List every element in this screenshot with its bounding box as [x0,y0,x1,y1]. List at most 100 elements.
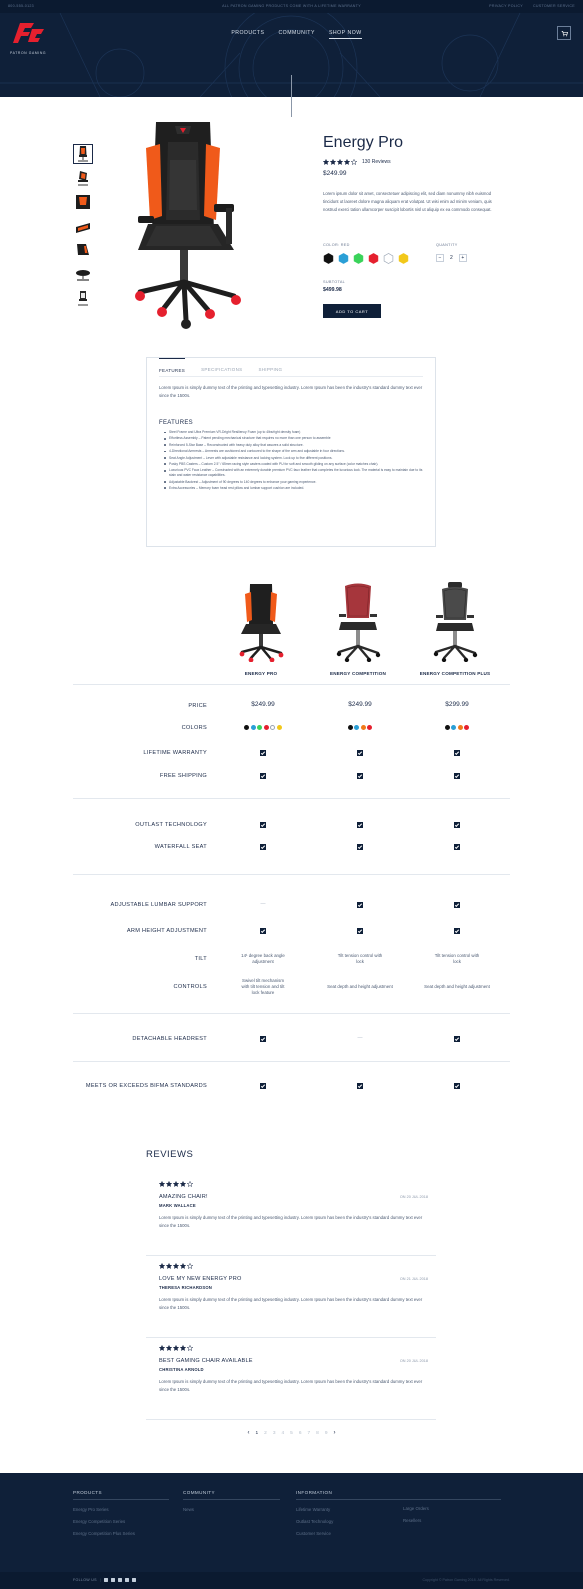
footer-column-products: PRODUCTS Energy Pro Series Energy Compet… [73,1490,169,1536]
star-filled-icon [180,1181,186,1187]
color-swatch[interactable] [398,253,409,264]
comparison-cell [310,822,410,830]
comparison-row-label: OUTLAST TECHNOLOGY [135,822,207,828]
compare-product-name[interactable]: ENERGY COMPETITION [313,671,403,676]
checkmark-icon [454,844,460,850]
privacy-policy-link[interactable]: PRIVACY POLICY [489,4,523,8]
thumbnail-5[interactable] [73,240,93,260]
tab-divider [159,376,423,377]
review-title: BEST GAMING CHAIR AVAILABLE [159,1358,253,1364]
color-swatch[interactable] [323,253,334,264]
compare-product-name[interactable]: ENERGY PRO [216,671,306,676]
customer-service-link[interactable]: CUSTOMER SERVICE [533,4,575,8]
star-filled-icon [330,159,336,165]
reviews-count-link[interactable]: 130 Reviews [362,159,391,165]
pagination-page[interactable]: 9 [325,1431,328,1436]
pagination-page[interactable]: 7 [308,1431,311,1436]
thumbnail-3[interactable] [73,192,93,212]
star-filled-icon [159,1345,165,1351]
feature-item: 4-Directional Armrests – Armrests are cu… [164,449,426,454]
pinterest-icon[interactable] [132,1578,137,1582]
tab-features[interactable]: FEATURES [159,358,186,376]
color-swatch[interactable] [353,253,364,264]
pagination-prev-button[interactable]: ‹ [247,1430,249,1436]
pagination-page[interactable]: 6 [299,1431,302,1436]
footer-link[interactable]: Large Orders [403,1506,429,1511]
nav-products[interactable]: PRODUCTS [231,30,264,39]
checkmark-icon [260,750,266,756]
cart-icon [561,30,568,36]
pagination-page[interactable]: 8 [316,1431,319,1436]
checkmark-icon [454,773,460,779]
review-divider [146,1419,436,1420]
add-to-cart-button[interactable]: ADD TO CART [323,304,381,318]
comparison-divider [73,1013,510,1014]
pagination-page[interactable]: 2 [264,1431,267,1436]
pagination-page[interactable]: 1 [255,1431,258,1436]
footer-link[interactable]: Energy Competition Plus Series [73,1531,169,1536]
star-empty-icon [187,1345,193,1351]
main-nav: PRODUCTS COMMUNITY SHOP NOW [0,30,583,39]
color-swatch[interactable] [368,253,379,264]
cart-button[interactable] [557,26,571,40]
comparison-cell [407,773,507,781]
pagination-page[interactable]: 4 [281,1431,284,1436]
facebook-icon[interactable] [104,1578,109,1582]
footer-link[interactable]: News [183,1507,280,1512]
quantity-value[interactable]: 2 [450,255,453,261]
comparison-cell [310,902,410,910]
nav-shop-now[interactable]: SHOP NOW [328,30,362,39]
color-dot [444,725,450,730]
footer-link[interactable]: Energy Competition Series [73,1519,169,1524]
color-dot [451,725,457,730]
footer-link[interactable]: Outlast Technology [296,1519,501,1524]
footer-link[interactable]: Lifetime Warranty [296,1507,501,1512]
thumbnail-4[interactable] [73,216,93,236]
comparison-cell [407,822,507,830]
star-filled-icon [166,1263,172,1269]
checkmark-icon [454,928,460,934]
instagram-icon[interactable] [118,1578,123,1582]
comparison-cell: — [310,1035,410,1041]
color-swatch[interactable] [383,253,394,264]
quantity-decrease-button[interactable]: − [436,254,444,262]
comparison-cell [407,928,507,936]
review-text: Lorem Ipsum is simply dummy text of the … [159,1215,423,1228]
footer-column-information: INFORMATION Lifetime Warranty Outlast Te… [296,1490,501,1536]
review-title: LOVE MY NEW ENERGY PRO [159,1276,242,1282]
pagination-page[interactable]: 3 [273,1431,276,1436]
checkmark-icon [260,773,266,779]
review-author: CHRISTINA ARNOLD [159,1367,204,1372]
comparison-cell [310,1083,410,1091]
review-date: ON 21 JUL 2018 [399,1277,428,1281]
thumbnail-6[interactable] [73,264,93,284]
thumbnail-2[interactable] [73,168,93,188]
pagination-next-button[interactable]: › [334,1430,336,1436]
footer-link[interactable]: Resellers [403,1518,429,1523]
color-swatch[interactable] [338,253,349,264]
footer-link[interactable]: Customer Service [296,1531,501,1536]
footer-information-extra: Large Orders Resellers [403,1506,429,1530]
thumbnail-7[interactable] [73,288,93,308]
tab-specifications[interactable]: SPECIFICATIONS [201,358,242,376]
comparison-cell: — [213,901,313,907]
comparison-row-label: ADJUSTABLE LUMBAR SUPPORT [110,902,207,908]
comparison-row-label: COLORS [181,725,207,731]
comparison-cell [213,1083,313,1091]
pagination-page[interactable]: 5 [290,1431,293,1436]
product-price: $249.99 [323,170,347,177]
compare-product-image-1[interactable] [216,582,306,662]
quantity-increase-button[interactable]: + [458,254,467,262]
compare-product-name[interactable]: ENERGY COMPETITION PLUS [410,671,500,676]
checkmark-icon [357,928,363,934]
footer-heading: PRODUCTS [73,1490,169,1500]
twitter-icon[interactable] [111,1578,116,1582]
footer-link[interactable]: Energy Pro Series [73,1507,169,1512]
comparison-divider [73,874,510,875]
thumbnail-1[interactable] [73,144,93,164]
nav-community[interactable]: COMMUNITY [278,30,315,39]
tab-shipping[interactable]: SHIPPING [258,358,282,376]
twitch-icon[interactable] [125,1578,130,1582]
compare-product-image-2[interactable] [313,582,403,662]
compare-product-image-3[interactable] [410,582,500,662]
